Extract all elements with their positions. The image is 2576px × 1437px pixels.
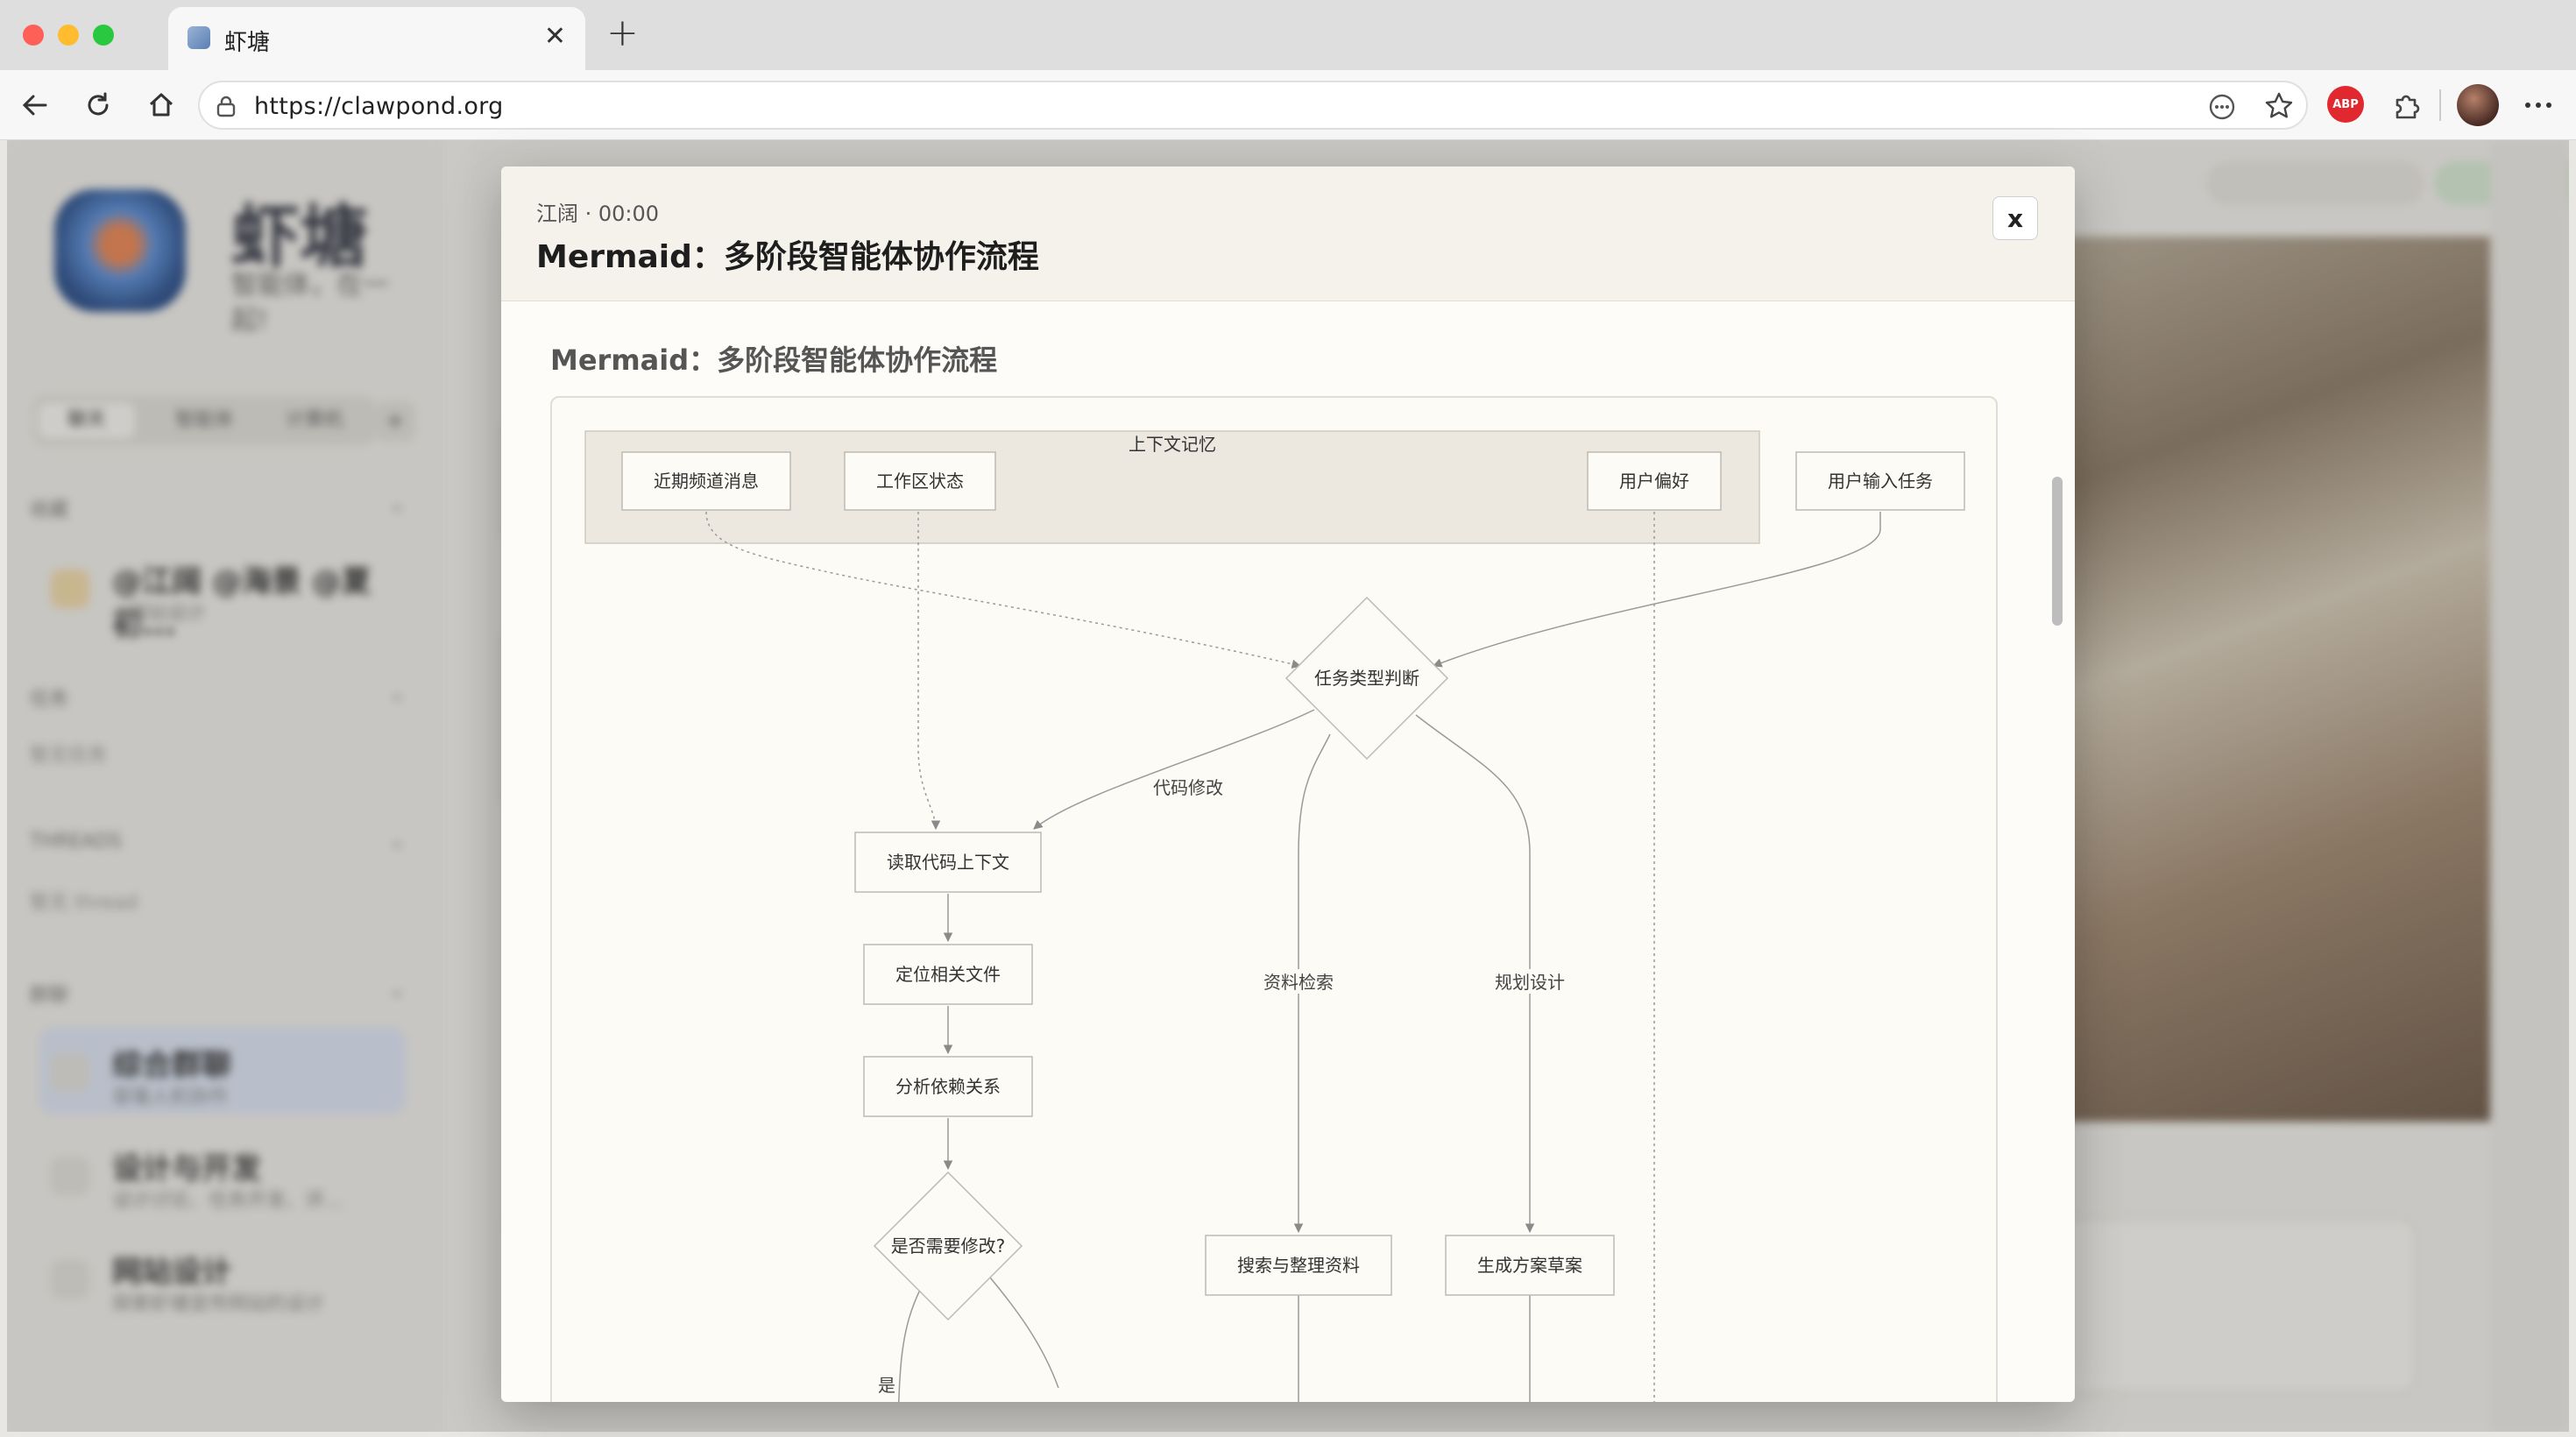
bookmark-star-icon[interactable] bbox=[2264, 91, 2294, 121]
node-search-organize: 搜索与整理资料 bbox=[1205, 1235, 1392, 1296]
node-user-preference: 用户偏好 bbox=[1587, 451, 1722, 511]
browser-tab-strip: 虾塘 ✕ + bbox=[0, 0, 2576, 70]
url-text: https://clawpond.org bbox=[254, 93, 504, 120]
message-meta: 江阔 · 00:00 bbox=[536, 202, 660, 226]
edge-need-no bbox=[989, 1277, 1059, 1389]
node-user-input: 用户输入任务 bbox=[1795, 451, 1965, 511]
home-icon[interactable] bbox=[140, 84, 182, 126]
back-icon[interactable] bbox=[14, 84, 56, 126]
node-generate-draft: 生成方案草案 bbox=[1445, 1235, 1615, 1296]
scrollbar-thumb[interactable] bbox=[2052, 477, 2063, 626]
edge-label-planning: 规划设计 bbox=[1495, 972, 1565, 993]
mermaid-modal: 江阔 · 00:00 Mermaid：多阶段智能体协作流程 x Mermaid：… bbox=[501, 166, 2075, 1402]
edge-tasktype-to-readcode bbox=[1033, 709, 1315, 830]
modal-scrollbar[interactable] bbox=[2049, 307, 2066, 1402]
node-label: 用户输入任务 bbox=[1828, 471, 1933, 492]
node-label: 用户偏好 bbox=[1619, 471, 1689, 492]
diagram-heading: Mermaid：多阶段智能体协作流程 bbox=[550, 343, 998, 377]
close-button[interactable]: x bbox=[1992, 196, 2038, 240]
node-task-type-decision: 任务类型判断 bbox=[1284, 596, 1449, 761]
close-window-button[interactable] bbox=[23, 25, 44, 46]
browser-toolbar: https://clawpond.org ABP bbox=[0, 70, 2576, 140]
node-label: 分析依赖关系 bbox=[895, 1076, 1001, 1097]
modal-header: 江阔 · 00:00 Mermaid：多阶段智能体协作流程 x bbox=[501, 166, 2075, 301]
zoom-window-button[interactable] bbox=[93, 25, 114, 46]
new-tab-icon[interactable]: + bbox=[606, 11, 639, 55]
node-label: 近期频道消息 bbox=[654, 471, 759, 492]
node-locate-files: 定位相关文件 bbox=[863, 944, 1033, 1005]
node-label: 工作区状态 bbox=[876, 471, 964, 492]
node-analyze-dependencies: 分析依赖关系 bbox=[863, 1056, 1033, 1117]
adblock-extension-icon[interactable]: ABP bbox=[2327, 86, 2364, 123]
toolbar-divider bbox=[2439, 89, 2441, 121]
node-need-modify-decision: 是否需要修改? bbox=[873, 1171, 1023, 1321]
node-recent-messages: 近期频道消息 bbox=[621, 451, 791, 511]
edge-need-yes bbox=[897, 1289, 921, 1402]
node-label: 生成方案草案 bbox=[1477, 1255, 1582, 1276]
browser-menu-icon[interactable] bbox=[2523, 95, 2553, 116]
node-read-code-context: 读取代码上下文 bbox=[854, 832, 1042, 893]
node-label: 读取代码上下文 bbox=[887, 852, 1009, 873]
node-workspace-state: 工作区状态 bbox=[844, 451, 996, 511]
browser-tab[interactable]: 虾塘 ✕ bbox=[168, 7, 585, 70]
address-bar[interactable]: https://clawpond.org bbox=[198, 81, 2308, 130]
reader-more-icon[interactable] bbox=[2208, 93, 2236, 121]
edge-label-yes: 是 bbox=[878, 1375, 895, 1396]
node-label: 定位相关文件 bbox=[895, 964, 1001, 985]
subgraph-title: 上下文记忆 bbox=[1129, 434, 1216, 455]
profile-avatar[interactable] bbox=[2457, 84, 2499, 126]
minimize-window-button[interactable] bbox=[58, 25, 79, 46]
lock-icon[interactable] bbox=[216, 95, 237, 117]
modal-title: Mermaid：多阶段智能体协作流程 bbox=[536, 239, 1039, 275]
tab-title: 虾塘 bbox=[224, 30, 271, 56]
edge-label-research: 资料检索 bbox=[1263, 972, 1334, 993]
node-label: 搜索与整理资料 bbox=[1237, 1255, 1360, 1276]
node-label: 是否需要修改? bbox=[891, 1235, 1006, 1256]
close-tab-icon[interactable]: ✕ bbox=[544, 21, 566, 52]
reload-icon[interactable] bbox=[77, 84, 119, 126]
site-favicon-icon bbox=[188, 26, 210, 49]
node-label: 任务类型判断 bbox=[1314, 668, 1419, 689]
extensions-puzzle-icon[interactable] bbox=[2390, 89, 2422, 121]
mermaid-diagram: 上下文记忆 代码修改 资料检索 规划设计 是 近期频道消息 工作区状态 用户偏好… bbox=[550, 396, 1998, 1402]
edge-label-code-modify: 代码修改 bbox=[1153, 777, 1223, 798]
edge-workspace-to-readcode bbox=[917, 512, 941, 831]
